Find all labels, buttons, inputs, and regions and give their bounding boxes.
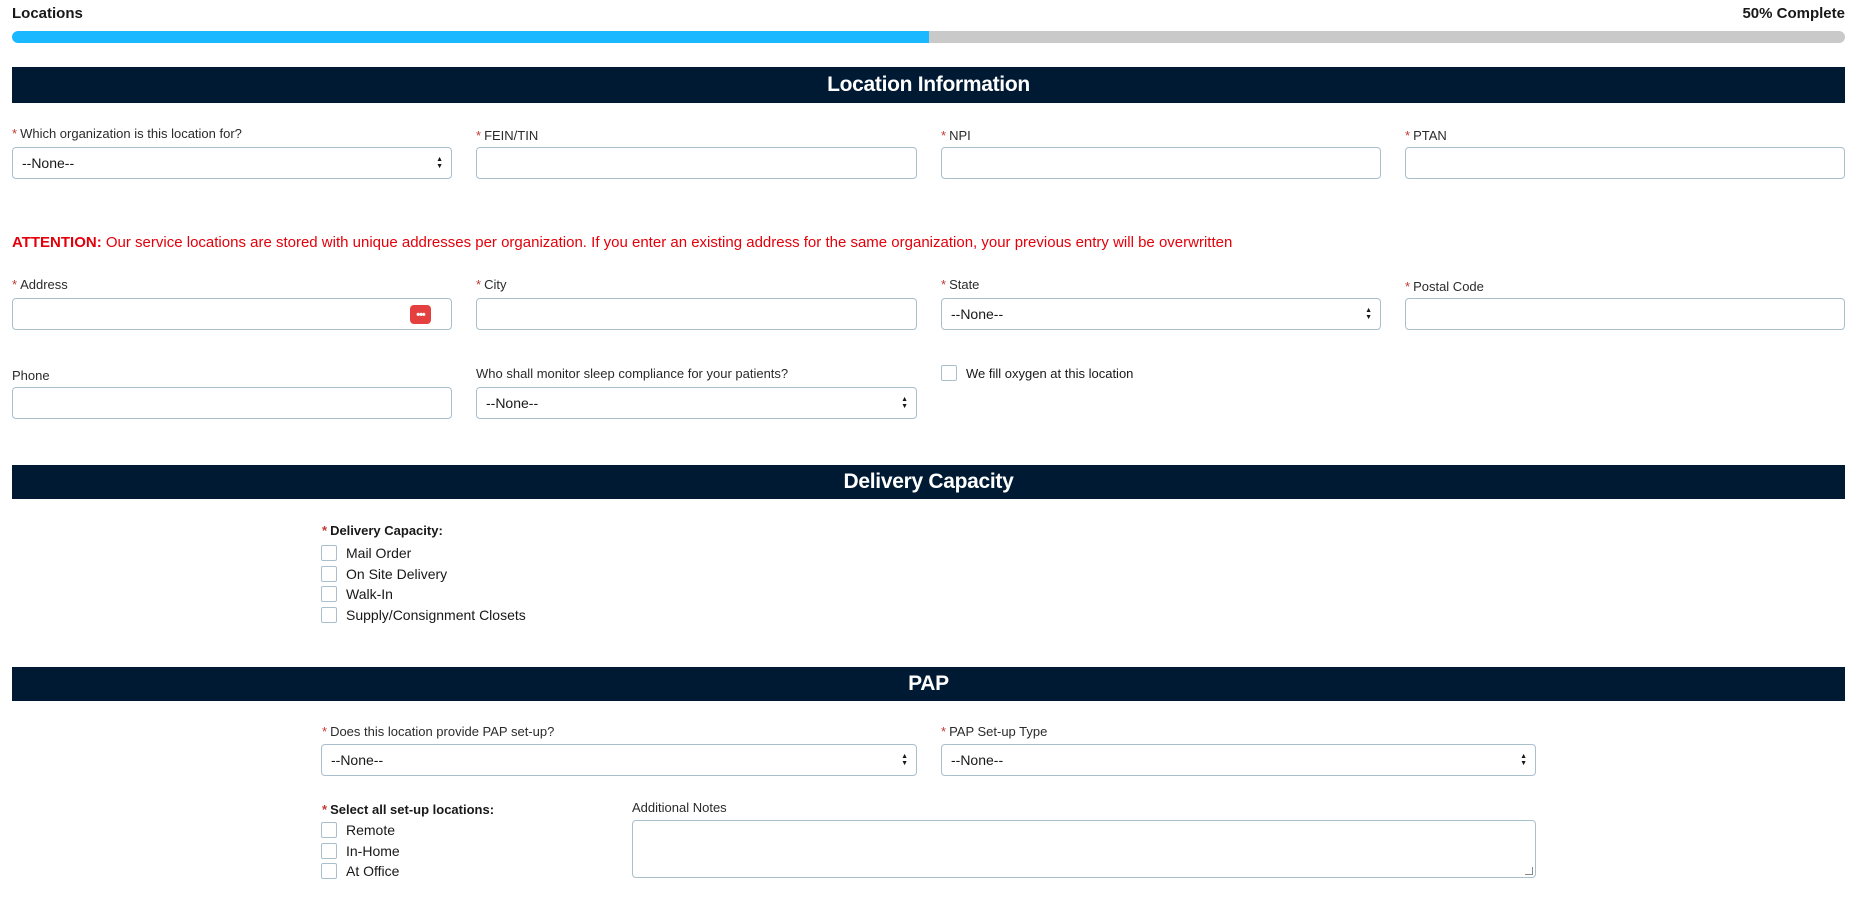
fein-label: * FEIN/TIN — [476, 128, 539, 143]
delivery-options: Mail Order On Site Delivery Walk-In Supp… — [321, 543, 526, 625]
setup-locations-label: * Select all set-up locations: — [322, 802, 495, 817]
select-arrows-icon: ▲ ▼ — [901, 753, 908, 767]
npi-input[interactable] — [941, 147, 1381, 179]
delivery-option-mail-order[interactable]: Mail Order — [321, 543, 526, 564]
pap-type-select-value: --None-- — [951, 752, 1004, 768]
fein-input[interactable] — [476, 147, 917, 179]
delivery-option-supply-closets[interactable]: Supply/Consignment Closets — [321, 605, 526, 626]
progress-bar — [12, 31, 1845, 43]
postal-code-input[interactable] — [1405, 298, 1845, 330]
section-header-location-information: Location Information — [12, 67, 1845, 103]
checkbox[interactable] — [321, 863, 337, 880]
state-label: * State — [941, 277, 980, 292]
sleep-compliance-select-value: --None-- — [486, 395, 539, 411]
organization-select[interactable]: --None-- ▲ ▼ — [12, 147, 452, 179]
city-label: * City — [476, 277, 507, 292]
pap-setup-select-value: --None-- — [331, 752, 384, 768]
pap-setup-label: * Does this location provide PAP set-up? — [322, 724, 555, 739]
section-header-delivery-capacity: Delivery Capacity — [12, 465, 1845, 499]
section-header-pap: PAP — [12, 667, 1845, 701]
setup-location-options: Remote In-Home At Office — [321, 820, 400, 882]
checkbox[interactable] — [321, 545, 337, 562]
select-arrows-icon: ▲ ▼ — [1520, 753, 1527, 767]
postal-code-label: * Postal Code — [1405, 279, 1484, 294]
page-title: Locations — [12, 5, 83, 22]
oxygen-checkbox-label: We fill oxygen at this location — [966, 365, 1134, 381]
select-arrows-icon: ▲ ▼ — [901, 396, 908, 410]
additional-notes-textarea[interactable] — [632, 820, 1536, 878]
setup-location-remote[interactable]: Remote — [321, 820, 400, 841]
checkbox[interactable] — [321, 822, 337, 839]
progress-fill — [12, 31, 929, 43]
delivery-option-on-site[interactable]: On Site Delivery — [321, 564, 526, 585]
ptan-label: * PTAN — [1405, 128, 1447, 143]
select-arrows-icon: ▲ ▼ — [1365, 307, 1372, 321]
oxygen-checkbox[interactable] — [941, 365, 957, 381]
state-select[interactable]: --None-- ▲ ▼ — [941, 298, 1381, 330]
delivery-capacity-label: * Delivery Capacity: — [322, 523, 443, 538]
oxygen-checkbox-row[interactable]: We fill oxygen at this location — [941, 365, 1133, 381]
resize-grip-icon[interactable] — [1525, 867, 1533, 875]
select-arrows-icon: ▲ ▼ — [436, 156, 443, 170]
pap-type-select[interactable]: --None-- ▲ ▼ — [941, 744, 1536, 776]
address-label: * Address — [12, 277, 68, 292]
checkbox[interactable] — [321, 606, 337, 623]
progress-text: 50% Complete — [1742, 5, 1845, 22]
delivery-option-walk-in[interactable]: Walk-In — [321, 584, 526, 605]
checkbox[interactable] — [321, 586, 337, 603]
setup-location-at-office[interactable]: At Office — [321, 861, 400, 882]
organization-label: * Which organization is this location for… — [12, 126, 242, 141]
attention-message: ATTENTION: Our service locations are sto… — [12, 234, 1233, 251]
sleep-compliance-select[interactable]: --None-- ▲ ▼ — [476, 387, 917, 419]
pap-setup-select[interactable]: --None-- ▲ ▼ — [321, 744, 917, 776]
state-select-value: --None-- — [951, 306, 1004, 322]
npi-label: * NPI — [941, 128, 971, 143]
checkbox[interactable] — [321, 565, 337, 582]
address-input[interactable]: ••• — [12, 298, 452, 330]
sleep-compliance-label: Who shall monitor sleep compliance for y… — [476, 366, 789, 381]
phone-label: Phone — [12, 368, 50, 383]
organization-select-value: --None-- — [22, 155, 75, 171]
pap-type-label: * PAP Set-up Type — [941, 724, 1048, 739]
ptan-input[interactable] — [1405, 147, 1845, 179]
phone-input[interactable] — [12, 387, 452, 419]
password-manager-icon[interactable]: ••• — [410, 305, 431, 324]
checkbox[interactable] — [321, 842, 337, 859]
setup-location-in-home[interactable]: In-Home — [321, 841, 400, 862]
city-input[interactable] — [476, 298, 917, 330]
additional-notes-label: Additional Notes — [632, 800, 727, 815]
